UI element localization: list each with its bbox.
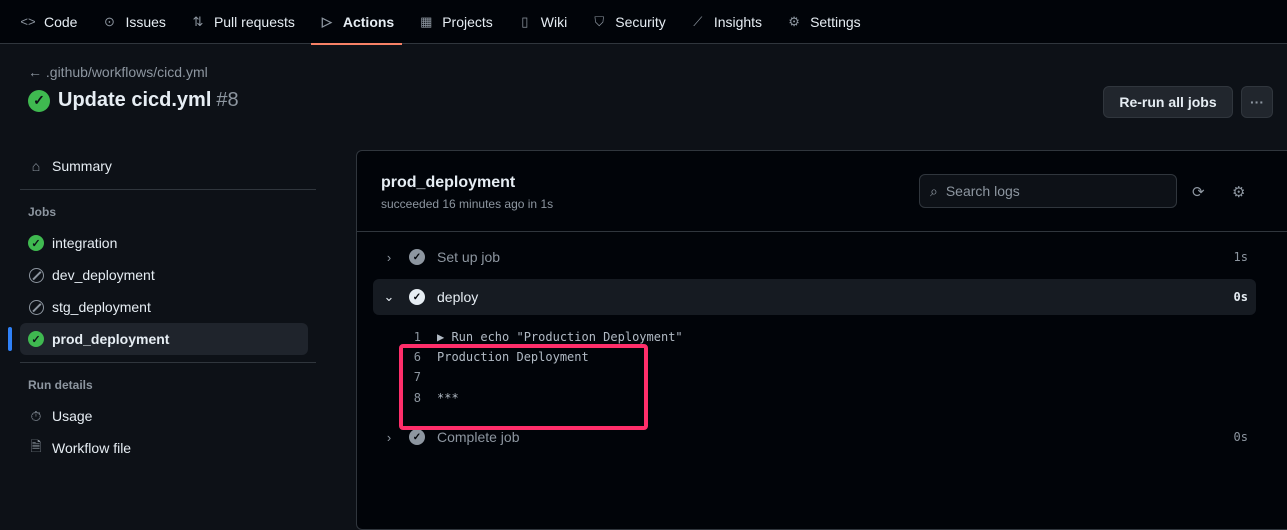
repo-nav: <> Code ⊙ Issues ⇅ Pull requests ▷ Actions ▦…: [0, 0, 1287, 45]
job-name: prod_deployment: [381, 174, 516, 191]
log-text: ▶ Run echo "Production Deployment": [437, 330, 683, 344]
tab-pull-requests[interactable]: ⇅ Pull requests: [190, 0, 295, 44]
file-code-icon: 🗎: [30, 438, 42, 454]
run-number: #8: [216, 89, 239, 111]
success-icon: ✓: [28, 89, 50, 112]
tab-projects[interactable]: ▦ Projects: [418, 0, 493, 44]
stopwatch-icon: ⏱: [30, 407, 42, 424]
sidebar-item-label: Usage: [52, 408, 93, 424]
sidebar-job-integration[interactable]: ✓ integration: [20, 227, 308, 259]
chevron-right-icon: ›: [386, 249, 392, 265]
tab-label: Pull requests: [213, 13, 295, 30]
sidebar-item-label: dev_deployment: [52, 267, 155, 283]
sidebar-item-label: integration: [52, 235, 118, 251]
run-details-heading: Run details: [28, 378, 93, 392]
sidebar-item-label: stg_deployment: [52, 299, 151, 315]
gear-icon: ⚙: [788, 13, 800, 29]
play-icon: ▷: [321, 13, 332, 29]
highlight-annotation-box: [399, 344, 648, 430]
step-label: deploy: [437, 289, 479, 305]
step-duration: 0s: [1233, 290, 1248, 304]
jobs-heading: Jobs: [28, 205, 57, 219]
divider: [20, 189, 316, 190]
sidebar-item-label: prod_deployment: [52, 331, 170, 347]
tab-label: Insights: [713, 13, 763, 30]
rerun-all-jobs-button[interactable]: Re-run all jobs: [1103, 86, 1233, 118]
tab-label: Code: [44, 13, 78, 30]
check-icon: ✓: [409, 249, 425, 265]
check-icon: ✓: [409, 429, 425, 445]
table-icon: ▦: [420, 13, 433, 29]
tab-label: Wiki: [540, 13, 568, 30]
sidebar: ⌂ Summary Jobs ✓ integration dev_deploymen…: [8, 150, 316, 464]
page-title: ✓ Update cicd.yml #8: [28, 89, 239, 112]
sidebar-item-label: Summary: [52, 158, 112, 174]
home-icon: ⌂: [31, 158, 41, 174]
tab-label: Security: [615, 13, 666, 30]
success-icon: ✓: [28, 235, 44, 251]
line-number: 1: [413, 330, 421, 344]
shield-icon: ⛉: [594, 13, 605, 29]
success-icon: ✓: [28, 331, 44, 347]
tab-wiki[interactable]: ▯ Wiki: [517, 0, 567, 44]
code-icon: <>: [20, 14, 36, 29]
sidebar-job-stg-deployment[interactable]: stg_deployment: [20, 291, 308, 323]
step-deploy[interactable]: ⌄ ✓ deploy 0s: [373, 279, 1256, 315]
workflow-back-link[interactable]: ← .github/workflows/cicd.yml: [28, 64, 208, 80]
more-options-button[interactable]: ···: [1241, 86, 1273, 118]
run-title: Update cicd.yml: [58, 89, 212, 111]
sidebar-item-workflow-file[interactable]: 🗎 Workflow file: [20, 432, 308, 464]
search-placeholder: Search logs: [945, 183, 1020, 199]
step-duration: 1s: [1233, 250, 1248, 264]
tab-actions[interactable]: ▷ Actions: [310, 0, 403, 45]
check-icon: ✓: [409, 289, 425, 305]
gear-icon[interactable]: ⚙: [1232, 183, 1245, 201]
job-header: prod_deployment succeeded 16 minutes ago…: [357, 151, 1287, 232]
sidebar-item-summary[interactable]: ⌂ Summary: [20, 150, 308, 182]
sidebar-job-prod-deployment[interactable]: ✓ prod_deployment: [8, 323, 308, 355]
log-line[interactable]: 1 ▶ Run echo "Production Deployment": [397, 330, 683, 344]
pull-request-icon: ⇅: [192, 13, 204, 29]
tab-label: Settings: [810, 13, 861, 30]
chevron-down-icon: ⌄: [383, 289, 395, 304]
search-logs-input[interactable]: ⌕ Search logs: [919, 174, 1177, 208]
job-log-panel: prod_deployment succeeded 16 minutes ago…: [356, 150, 1287, 530]
tab-label: Projects: [442, 13, 493, 30]
step-label: Complete job: [437, 429, 520, 445]
divider: [20, 362, 316, 363]
sidebar-job-dev-deployment[interactable]: dev_deployment: [20, 259, 308, 291]
graph-icon: ⟋: [693, 13, 703, 29]
job-status: succeeded 16 minutes ago in 1s: [381, 197, 554, 211]
tab-settings[interactable]: ⚙ Settings: [786, 0, 861, 44]
step-set-up-job[interactable]: › ✓ Set up job 1s: [373, 239, 1256, 275]
step-label: Set up job: [437, 249, 501, 265]
tab-insights[interactable]: ⟋ Insights: [690, 0, 762, 44]
tab-code[interactable]: <> Code: [20, 0, 77, 44]
sidebar-item-label: Workflow file: [52, 440, 132, 456]
skipped-icon: [28, 267, 44, 283]
tab-issues[interactable]: ⊙ Issues: [101, 0, 166, 44]
sidebar-item-usage[interactable]: ⏱ Usage: [20, 400, 308, 432]
book-icon: ▯: [521, 13, 529, 29]
tab-label: Issues: [125, 13, 166, 30]
tab-security[interactable]: ⛉ Security: [591, 0, 666, 44]
chevron-right-icon: ›: [386, 429, 392, 445]
search-icon: ⌕: [930, 182, 938, 199]
tab-label: Actions: [342, 13, 395, 30]
refresh-icon[interactable]: ⟳: [1192, 183, 1205, 201]
step-duration: 0s: [1233, 430, 1248, 444]
skipped-icon: [28, 299, 44, 315]
issue-icon: ⊙: [104, 13, 115, 29]
